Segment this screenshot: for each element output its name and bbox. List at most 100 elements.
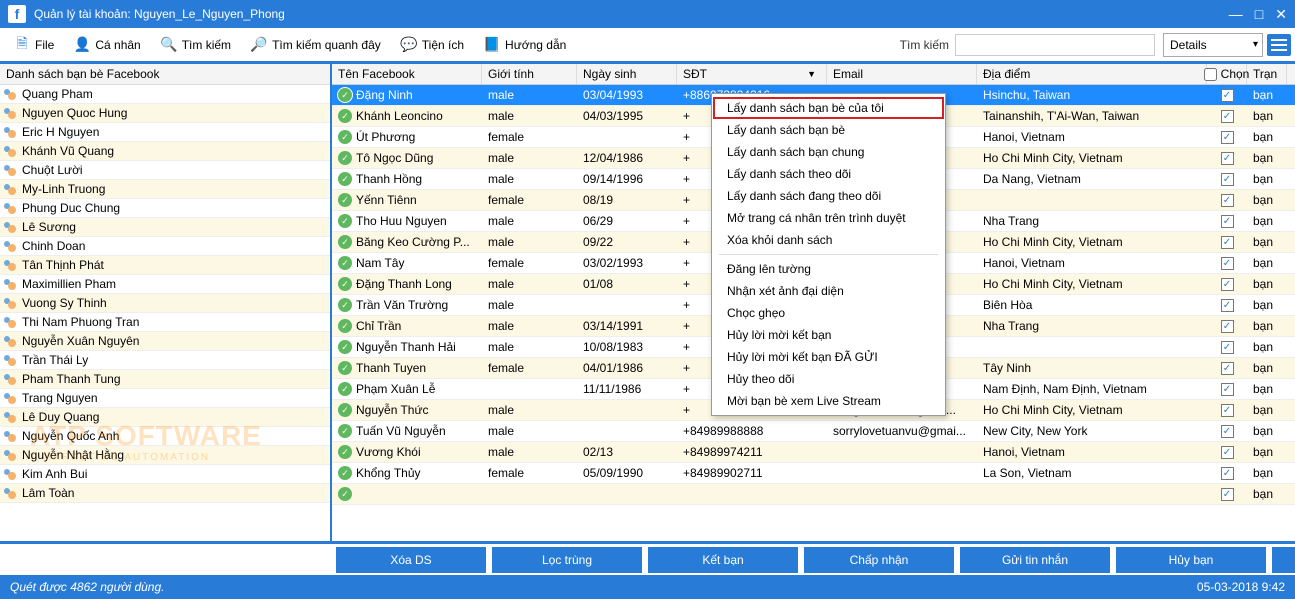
context-menu-item[interactable]: Hủy theo dõi — [713, 368, 944, 390]
toolbar-item-search-nearby[interactable]: 🔎Tìm kiếm quanh đây — [241, 33, 391, 57]
col-header-name[interactable]: Tên Facebook — [332, 64, 482, 84]
friend-list-item[interactable]: Trang Nguyen — [0, 389, 330, 408]
view-mode-label: Details — [1170, 38, 1207, 52]
friend-list-item[interactable]: Phung Duc Chung — [0, 199, 330, 218]
context-menu-item[interactable]: Hủy lời mời kết bạn — [713, 324, 944, 346]
row-checkbox[interactable]: ✓ — [1221, 299, 1234, 312]
row-checkbox[interactable]: ✓ — [1221, 383, 1234, 396]
col-header-phone[interactable]: SĐT▼ — [677, 64, 827, 84]
col-header-select[interactable]: Chọn — [1207, 64, 1247, 84]
friend-list-item[interactable]: Maximillien Pham — [0, 275, 330, 294]
friend-list-item[interactable]: Eric H Nguyen — [0, 123, 330, 142]
context-menu-item[interactable]: Mở trang cá nhân trên trình duyệt — [713, 207, 944, 229]
minimize-button[interactable]: — — [1229, 6, 1243, 23]
context-menu-item[interactable]: Lấy danh sách theo dõi — [713, 163, 944, 185]
cell-status: bạn — [1247, 190, 1287, 210]
action-button[interactable]: Gửi tin nhắn — [960, 547, 1110, 573]
friend-list-item[interactable]: Pham Thanh Tung — [0, 370, 330, 389]
action-button[interactable]: Kết bạn — [648, 547, 798, 573]
action-button[interactable]: Xóa lời mời — [1272, 547, 1295, 573]
status-ok-icon: ✓ — [338, 298, 352, 312]
row-checkbox[interactable]: ✓ — [1221, 257, 1234, 270]
context-menu-item[interactable]: Mời bạn bè xem Live Stream — [713, 390, 944, 412]
select-all-checkbox[interactable] — [1204, 68, 1217, 81]
row-checkbox[interactable]: ✓ — [1221, 194, 1234, 207]
friend-list-item[interactable]: Nguyen Quoc Hung — [0, 104, 330, 123]
toolbar-item-guide[interactable]: 📘Hướng dẫn — [474, 33, 576, 57]
table-row[interactable]: ✓ ✓ bạn — [332, 484, 1295, 505]
burger-menu-button[interactable] — [1267, 34, 1291, 56]
friend-list[interactable]: Quang PhamNguyen Quoc HungEric H NguyenK… — [0, 85, 330, 541]
friend-list-item[interactable]: Lê Duy Quang — [0, 408, 330, 427]
row-checkbox[interactable]: ✓ — [1221, 341, 1234, 354]
friend-list-item[interactable]: Chuột Lười — [0, 161, 330, 180]
context-menu-item[interactable]: Lấy danh sách bạn chung — [713, 141, 944, 163]
row-checkbox[interactable]: ✓ — [1221, 131, 1234, 144]
friend-list-item[interactable]: My-Linh Truong — [0, 180, 330, 199]
col-header-dob[interactable]: Ngày sinh — [577, 64, 677, 84]
friend-list-item[interactable]: Kim Anh Bui — [0, 465, 330, 484]
row-context-menu[interactable]: Lấy danh sách bạn bè của tôiLấy danh sác… — [711, 93, 946, 416]
friend-list-item[interactable]: Chinh Doan — [0, 237, 330, 256]
action-button[interactable]: Chấp nhận — [804, 547, 954, 573]
friend-name: Tân Thịnh Phát — [22, 258, 104, 272]
row-checkbox[interactable]: ✓ — [1221, 488, 1234, 501]
cell-location: Biên Hòa — [977, 295, 1207, 315]
cell-status: bạn — [1247, 148, 1287, 168]
row-checkbox[interactable]: ✓ — [1221, 110, 1234, 123]
cell-location: Hanoi, Vietnam — [977, 127, 1207, 147]
friend-list-item[interactable]: Trần Thái Ly — [0, 351, 330, 370]
friend-list-item[interactable]: Khánh Vũ Quang — [0, 142, 330, 161]
row-checkbox[interactable]: ✓ — [1221, 173, 1234, 186]
context-menu-item[interactable]: Lấy danh sách đang theo dõi — [713, 185, 944, 207]
toolbar-item-file[interactable]: 🗎File — [4, 33, 64, 57]
friend-list-item[interactable]: Quang Pham — [0, 85, 330, 104]
friend-list-item[interactable]: Tân Thịnh Phát — [0, 256, 330, 275]
col-header-email[interactable]: Email — [827, 64, 977, 84]
friend-list-item[interactable]: Nguyễn Nhật Hằng — [0, 446, 330, 465]
row-checkbox[interactable]: ✓ — [1221, 446, 1234, 459]
maximize-button[interactable]: □ — [1255, 6, 1263, 23]
view-mode-select[interactable]: Details — [1163, 33, 1263, 57]
col-header-location[interactable]: Địa điểm — [977, 64, 1207, 84]
row-checkbox[interactable]: ✓ — [1221, 425, 1234, 438]
friend-list-item[interactable]: Nguyễn Xuân Nguyên — [0, 332, 330, 351]
context-menu-item[interactable]: Lấy danh sách bạn bè của tôi — [713, 97, 944, 119]
row-checkbox[interactable]: ✓ — [1221, 236, 1234, 249]
context-menu-item[interactable]: Hủy lời mời kết bạn ĐÃ GỬI — [713, 346, 944, 368]
context-menu-item[interactable]: Đăng lên tường — [713, 258, 944, 280]
friend-name: Trang Nguyen — [22, 391, 98, 405]
row-checkbox[interactable]: ✓ — [1221, 362, 1234, 375]
toolbar-item-utilities[interactable]: 💬Tiện ích — [391, 33, 474, 57]
col-header-gender[interactable]: Giới tính — [482, 64, 577, 84]
context-menu-item[interactable]: Xóa khỏi danh sách — [713, 229, 944, 251]
close-button[interactable]: ✕ — [1275, 6, 1287, 23]
row-checkbox[interactable]: ✓ — [1221, 320, 1234, 333]
search-input[interactable] — [955, 34, 1155, 56]
cell-dob: 10/08/1983 — [577, 337, 677, 357]
row-checkbox[interactable]: ✓ — [1221, 404, 1234, 417]
cell-status: bạn — [1247, 463, 1287, 483]
table-row[interactable]: ✓Vương Khói male 02/13 +84989974211 Hano… — [332, 442, 1295, 463]
friend-list-item[interactable]: Lâm Toàn — [0, 484, 330, 503]
toolbar-item-profile[interactable]: 👤Cá nhân — [64, 33, 150, 57]
row-checkbox[interactable]: ✓ — [1221, 467, 1234, 480]
row-checkbox[interactable]: ✓ — [1221, 89, 1234, 102]
action-button[interactable]: Xóa DS — [336, 547, 486, 573]
row-checkbox[interactable]: ✓ — [1221, 152, 1234, 165]
row-checkbox[interactable]: ✓ — [1221, 215, 1234, 228]
action-button[interactable]: Hủy bạn — [1116, 547, 1266, 573]
friend-list-item[interactable]: Lê Sương — [0, 218, 330, 237]
context-menu-item[interactable]: Nhận xét ảnh đại diện — [713, 280, 944, 302]
table-row[interactable]: ✓Tuấn Vũ Nguyễn male +84989988888 sorryl… — [332, 421, 1295, 442]
friend-list-item[interactable]: Nguyễn Quốc Anh — [0, 427, 330, 446]
col-header-status[interactable]: Trạn — [1247, 64, 1287, 84]
context-menu-item[interactable]: Lấy danh sách bạn bè — [713, 119, 944, 141]
table-row[interactable]: ✓Khổng Thủy female 05/09/1990 +849899027… — [332, 463, 1295, 484]
toolbar-item-search-list[interactable]: 🔍Tìm kiếm — [151, 33, 241, 57]
friend-list-item[interactable]: Vuong Sy Thinh — [0, 294, 330, 313]
context-menu-item[interactable]: Chọc ghẹo — [713, 302, 944, 324]
friend-list-item[interactable]: Thi Nam Phuong Tran — [0, 313, 330, 332]
row-checkbox[interactable]: ✓ — [1221, 278, 1234, 291]
action-button[interactable]: Lọc trùng — [492, 547, 642, 573]
